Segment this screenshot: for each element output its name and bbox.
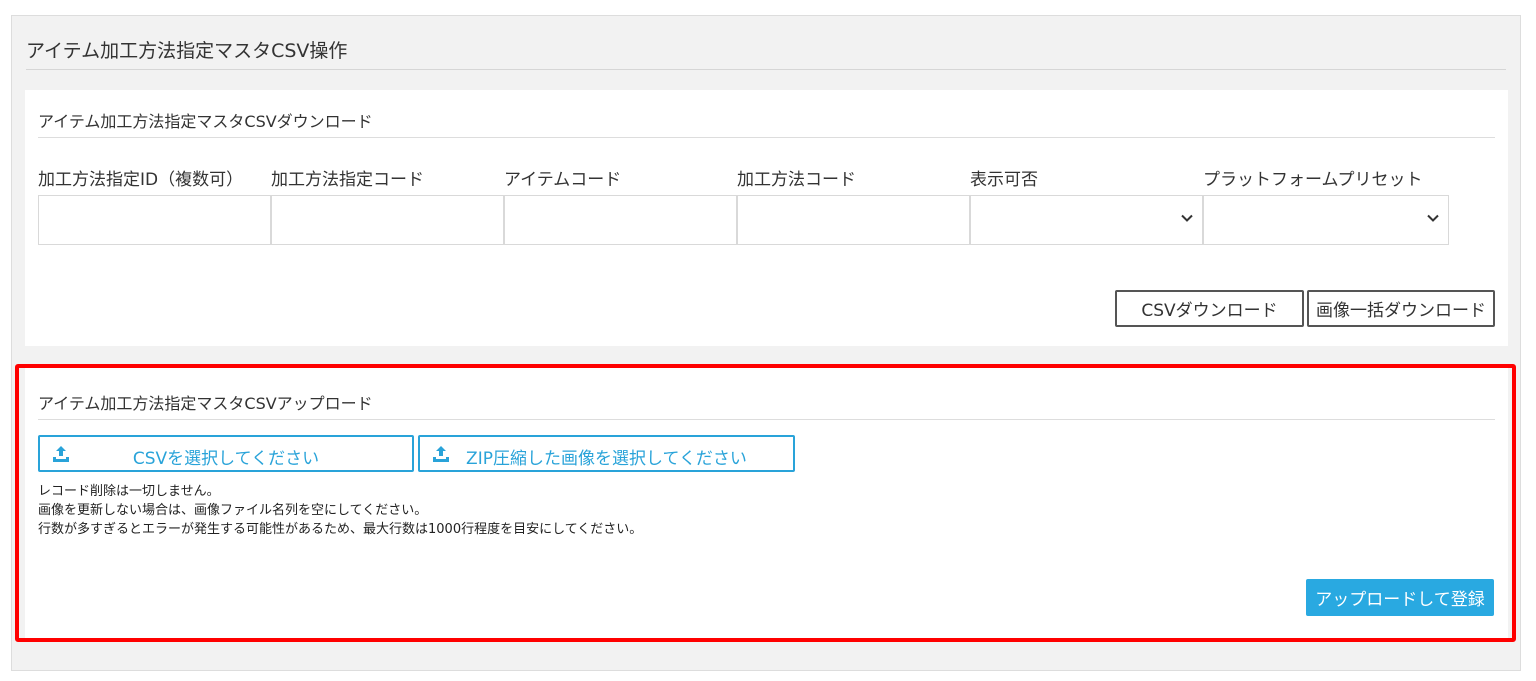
note-line: 画像を更新しない場合は、画像ファイル名列を空にしてください。 — [38, 503, 428, 518]
display-flag-select[interactable] — [970, 195, 1203, 245]
download-divider — [38, 137, 1495, 138]
platform-preset-select[interactable] — [1203, 195, 1449, 245]
field-label-display-flag: 表示可否 — [970, 170, 1038, 190]
upload-section-title: アイテム加工方法指定マスタCSVアップロード — [38, 394, 373, 413]
upload-section: アイテム加工方法指定マスタCSVアップロード CSVを選択してください ZIP圧… — [25, 367, 1508, 641]
note-line: レコード削除は一切しません。 — [38, 484, 220, 499]
chevron-down-icon — [1427, 214, 1439, 222]
csv-select-button[interactable]: CSVを選択してください — [38, 435, 414, 472]
field-label-processing-spec-code: 加工方法指定コード — [271, 170, 424, 190]
csv-select-label: CSVを選択してください — [132, 449, 320, 469]
field-label-item-code: アイテムコード — [504, 170, 622, 190]
upload-register-button[interactable]: アップロードして登録 — [1306, 579, 1494, 616]
title-divider — [26, 69, 1506, 70]
processing-method-code-input[interactable] — [737, 195, 970, 245]
zip-select-label: ZIP圧縮した画像を選択してください — [466, 449, 747, 469]
download-section-title: アイテム加工方法指定マスタCSVダウンロード — [38, 112, 373, 131]
upload-notes: レコード削除は一切しません。 画像を更新しない場合は、画像ファイル名列を空にして… — [38, 482, 642, 539]
csv-operations-panel: アイテム加工方法指定マスタCSV操作 アイテム加工方法指定マスタCSVダウンロー… — [11, 15, 1521, 671]
zip-select-button[interactable]: ZIP圧縮した画像を選択してください — [418, 435, 795, 472]
download-section: アイテム加工方法指定マスタCSVダウンロード 加工方法指定ID（複数可） 加工方… — [25, 90, 1508, 346]
bulk-image-download-button[interactable]: 画像一括ダウンロード — [1307, 290, 1495, 327]
field-label-processing-spec-id: 加工方法指定ID（複数可） — [38, 170, 244, 190]
upload-divider — [38, 419, 1495, 420]
csv-download-button[interactable]: CSVダウンロード — [1115, 290, 1304, 327]
field-label-platform-preset: プラットフォームプリセット — [1203, 170, 1423, 190]
note-line: 行数が多すぎるとエラーが発生する可能性があるため、最大行数は1000行程度を目安… — [38, 522, 643, 537]
processing-spec-code-input[interactable] — [271, 195, 504, 245]
processing-spec-id-input[interactable] — [38, 195, 271, 245]
item-code-input[interactable] — [504, 195, 737, 245]
field-label-processing-method-code: 加工方法コード — [737, 170, 856, 190]
chevron-down-icon — [1181, 214, 1193, 222]
page-title: アイテム加工方法指定マスタCSV操作 — [26, 40, 348, 62]
